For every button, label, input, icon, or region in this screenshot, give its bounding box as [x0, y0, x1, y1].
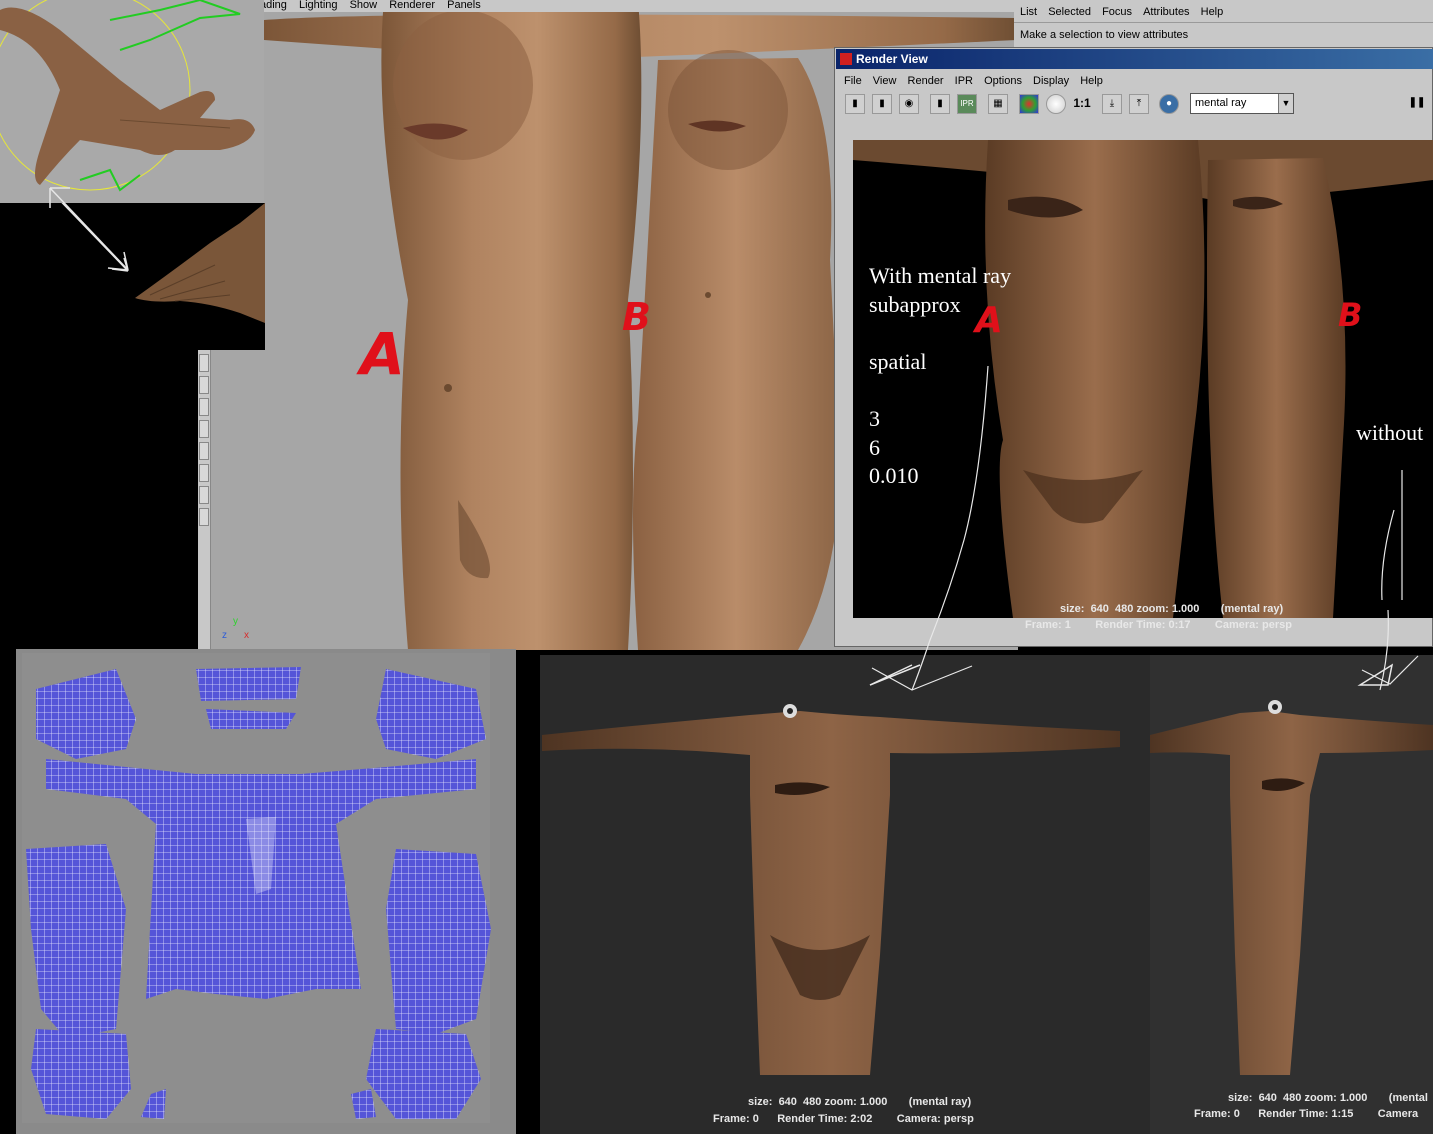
color-icon[interactable] — [1019, 94, 1039, 114]
app-icon — [840, 53, 852, 65]
bottom-left-size-info: size: 640 480 zoom: 1.000 (mental ray) — [748, 1096, 972, 1108]
viewport-mark-b: B — [622, 295, 651, 339]
remove-image-icon[interactable]: ⤒ — [1129, 94, 1149, 114]
hand-viewport-inset — [0, 0, 264, 203]
tool-slot[interactable] — [199, 486, 209, 504]
annotation-double-arrow — [49, 187, 129, 271]
region-icon[interactable]: IPR — [957, 94, 977, 114]
menu-view[interactable]: View — [873, 75, 897, 87]
bottom-render-figures — [540, 655, 1433, 1134]
rerender-icon[interactable]: ▮ — [872, 94, 892, 114]
pause-icon[interactable]: ❚❚ — [1407, 94, 1427, 114]
render-view-menubar: File View Render IPR Options Display Hel… — [836, 72, 1433, 90]
viewport-side-toolbar — [198, 350, 211, 650]
menu-ipr[interactable]: IPR — [955, 75, 973, 87]
menu-lighting[interactable]: Lighting — [299, 0, 338, 11]
bottom-right-size-info: size: 640 480 zoom: 1.000 (mental — [1228, 1092, 1428, 1104]
real-size-button[interactable]: 1:1 — [1072, 94, 1092, 114]
uv-layout — [22, 653, 491, 1123]
tool-slot[interactable] — [199, 354, 209, 372]
chevron-down-icon[interactable]: ▼ — [1278, 94, 1293, 113]
tool-slot[interactable] — [199, 464, 209, 482]
uv-texture-editor[interactable] — [16, 649, 516, 1134]
menu-options[interactable]: Options — [984, 75, 1022, 87]
ipr-icon[interactable]: ▮ — [930, 94, 950, 114]
menu-show[interactable]: Show — [350, 0, 378, 11]
render-view-titlebar[interactable]: Render View — [836, 49, 1433, 69]
region-select-icon[interactable]: ▦ — [988, 94, 1008, 114]
renderer-value: mental ray — [1195, 97, 1247, 109]
keep-image-icon[interactable]: ⤓ — [1102, 94, 1122, 114]
menu-focus[interactable]: Focus — [1102, 6, 1132, 18]
menu-help[interactable]: Help — [1080, 75, 1103, 87]
sphere-icon[interactable] — [1046, 94, 1066, 114]
bottom-render-comparison: size: 640 480 zoom: 1.000 (mental ray) F… — [540, 655, 1433, 1134]
bottom-left-frame-info: Frame: 0 Render Time: 2:02 Camera: persp — [713, 1113, 974, 1125]
attribute-editor-hint: Make a selection to view attributes — [1014, 22, 1433, 47]
viewport-mark-a: A — [360, 320, 405, 388]
attribute-hint-text: Make a selection to view attributes — [1020, 29, 1189, 41]
tool-slot[interactable] — [199, 420, 209, 438]
note-line: With mental ray — [869, 263, 1012, 288]
menu-selected[interactable]: Selected — [1048, 6, 1091, 18]
axis-x-label: x — [244, 630, 249, 641]
menu-shading[interactable]: ading — [260, 0, 287, 11]
hand-model — [0, 0, 255, 192]
render-mark-b: B — [1338, 296, 1363, 334]
render-frame-icon[interactable]: ▮ — [845, 94, 865, 114]
tool-slot[interactable] — [199, 442, 209, 460]
viewport-menubar: ading Lighting Show Renderer Panels — [198, 0, 1018, 12]
camera-icon[interactable]: ● — [1159, 94, 1179, 114]
snapshot-icon[interactable]: ◉ — [899, 94, 919, 114]
render-mark-a: A — [975, 300, 1003, 341]
render-view-toolbar: ▮ ▮ ◉ ▮ IPR ▦ 1:1 ⤓ ⤒ ● ❚❚ — [836, 91, 1433, 119]
tool-slot[interactable] — [199, 376, 209, 394]
tool-slot[interactable] — [199, 398, 209, 416]
menu-display[interactable]: Display — [1033, 75, 1069, 87]
annotation-arrows — [871, 365, 1419, 691]
menu-list[interactable]: List — [1020, 6, 1037, 18]
menu-panels[interactable]: Panels — [447, 0, 481, 11]
axis-y-label: y — [233, 616, 238, 627]
menu-render[interactable]: Render — [908, 75, 944, 87]
menu-file[interactable]: File — [844, 75, 862, 87]
menu-renderer[interactable]: Renderer — [389, 0, 435, 11]
render-view-title: Render View — [856, 52, 928, 66]
menu-attributes[interactable]: Attributes — [1143, 6, 1189, 18]
bottom-right-frame-info: Frame: 0 Render Time: 1:15 Camera — [1194, 1108, 1419, 1120]
tool-slot[interactable] — [199, 508, 209, 526]
menu-help[interactable]: Help — [1201, 6, 1224, 18]
axis-gizmo: y z x — [222, 616, 256, 646]
attribute-editor-menubar: List Selected Focus Attributes Help — [1014, 0, 1433, 22]
axis-z-label: z — [222, 630, 227, 641]
renderer-select[interactable]: mental ray ▼ — [1190, 93, 1294, 114]
